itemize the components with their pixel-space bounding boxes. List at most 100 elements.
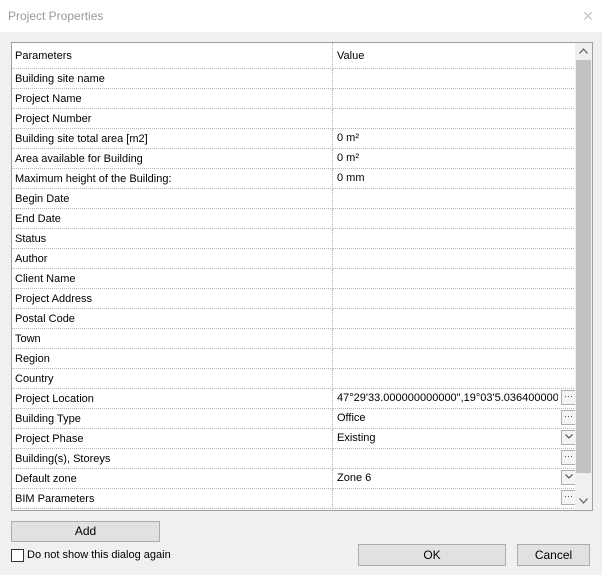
vertical-scrollbar[interactable]	[575, 43, 592, 510]
value-cell-content[interactable]: Zone 6	[337, 469, 580, 488]
parameter-value-cell[interactable]: Existing	[332, 428, 580, 449]
parameter-name-cell: Default zone	[12, 468, 333, 489]
table-row[interactable]: Region	[12, 348, 580, 369]
value-cell-content[interactable]: 0 m²	[337, 149, 580, 168]
parameter-name-cell: Project Number	[12, 108, 333, 129]
table-row[interactable]: Project Address	[12, 288, 580, 309]
column-header-value: Value	[332, 43, 580, 69]
value-cell-content[interactable]	[337, 329, 580, 348]
parameter-value-cell[interactable]	[332, 328, 580, 349]
value-cell-content[interactable]: 0 m²	[337, 129, 580, 148]
scrollbar-thumb[interactable]	[576, 60, 591, 473]
value-cell-content[interactable]	[337, 89, 580, 108]
parameter-value-cell[interactable]	[332, 228, 580, 249]
value-text[interactable]: Office	[337, 409, 558, 428]
parameter-value-cell[interactable]	[332, 248, 580, 269]
properties-table: Parameters Value Building site name Proje…	[12, 43, 580, 509]
parameter-name-cell: Project Name	[12, 88, 333, 109]
value-cell-content[interactable]: 0 mm	[337, 169, 580, 188]
table-row[interactable]: Town	[12, 328, 580, 349]
table-row[interactable]: Project Number	[12, 108, 580, 129]
parameter-value-cell[interactable]: Zone 6	[332, 468, 580, 489]
value-cell-content[interactable]	[337, 309, 580, 328]
chevron-down-icon[interactable]	[561, 430, 576, 445]
table-row[interactable]: Building site total area [m2] 0 m²	[12, 128, 580, 149]
ellipsis-icon[interactable]: ···	[561, 490, 576, 505]
table-row[interactable]: Maximum height of the Building: 0 mm	[12, 168, 580, 189]
ellipsis-icon[interactable]: ···	[561, 390, 576, 405]
parameter-value-cell[interactable]: 47°29'33.000000000000",19°03'5.036400000…	[332, 388, 580, 409]
do-not-show-checkbox[interactable]	[11, 549, 24, 562]
parameter-value-cell[interactable]	[332, 308, 580, 329]
ellipsis-icon[interactable]: ···	[561, 410, 576, 425]
parameter-name-cell: End Date	[12, 208, 333, 229]
value-cell-content[interactable]	[337, 349, 580, 368]
table-row[interactable]: Status	[12, 228, 580, 249]
value-cell-content[interactable]: Existing	[337, 429, 580, 448]
scroll-down-icon[interactable]	[575, 493, 592, 510]
value-cell-content[interactable]: ···	[337, 489, 580, 508]
table-row[interactable]: Client Name	[12, 268, 580, 289]
parameter-value-cell[interactable]: ···	[332, 488, 580, 509]
table-row[interactable]: Author	[12, 248, 580, 269]
value-cell-content[interactable]	[337, 289, 580, 308]
value-cell-content[interactable]	[337, 69, 580, 88]
close-icon[interactable]: ✕	[580, 8, 596, 24]
table-row[interactable]: Project Phase Existing	[12, 428, 580, 449]
ellipsis-icon[interactable]: ···	[561, 450, 576, 465]
scroll-up-icon[interactable]	[575, 43, 592, 60]
table-row[interactable]: BIM Parameters ···	[12, 488, 580, 509]
cancel-button[interactable]: Cancel	[517, 544, 590, 566]
table-row[interactable]: Country	[12, 368, 580, 389]
parameter-name-cell: Region	[12, 348, 333, 369]
parameter-value-cell[interactable]	[332, 368, 580, 389]
value-cell-content[interactable]: ···	[337, 449, 580, 468]
value-text[interactable]: 0 m²	[337, 129, 558, 148]
parameter-value-cell[interactable]: 0 m²	[332, 128, 580, 149]
parameter-value-cell[interactable]	[332, 188, 580, 209]
table-row[interactable]: Building site name	[12, 68, 580, 89]
chevron-down-icon[interactable]	[561, 470, 576, 485]
parameter-value-cell[interactable]	[332, 268, 580, 289]
parameter-value-cell[interactable]: ···	[332, 448, 580, 469]
table-row[interactable]: Project Location 47°29'33.000000000000",1…	[12, 388, 580, 409]
table-row[interactable]: Building Type Office ···	[12, 408, 580, 429]
value-cell-content[interactable]	[337, 249, 580, 268]
table-row[interactable]: Begin Date	[12, 188, 580, 209]
parameter-value-cell[interactable]	[332, 68, 580, 89]
parameter-value-cell[interactable]: Office ···	[332, 408, 580, 429]
parameter-value-cell[interactable]: 0 mm	[332, 168, 580, 189]
value-cell-content[interactable]: 47°29'33.000000000000",19°03'5.036400000…	[337, 389, 580, 408]
parameter-value-cell[interactable]	[332, 348, 580, 369]
table-row[interactable]: Postal Code	[12, 308, 580, 329]
parameter-value-cell[interactable]	[332, 108, 580, 129]
parameter-name-cell: Status	[12, 228, 333, 249]
parameter-value-cell[interactable]: 0 m²	[332, 148, 580, 169]
parameter-name-cell: Building site total area [m2]	[12, 128, 333, 149]
properties-grid: Parameters Value Building site name Proje…	[11, 42, 593, 511]
value-cell-content[interactable]	[337, 269, 580, 288]
value-text[interactable]: Existing	[337, 429, 558, 448]
value-cell-content[interactable]	[337, 109, 580, 128]
value-text[interactable]: Zone 6	[337, 469, 558, 488]
parameter-value-cell[interactable]	[332, 88, 580, 109]
parameter-value-cell[interactable]	[332, 208, 580, 229]
table-row[interactable]: Building(s), Storeys ···	[12, 448, 580, 469]
do-not-show-label[interactable]: Do not show this dialog again	[27, 549, 171, 562]
value-cell-content[interactable]	[337, 369, 580, 388]
ok-button[interactable]: OK	[358, 544, 506, 566]
table-row[interactable]: Area available for Building 0 m²	[12, 148, 580, 169]
table-row[interactable]: Project Name	[12, 88, 580, 109]
table-row[interactable]: End Date	[12, 208, 580, 229]
value-text[interactable]: 47°29'33.000000000000",19°03'5.036400000	[337, 389, 558, 408]
value-cell-content[interactable]: Office ···	[337, 409, 580, 428]
add-button[interactable]: Add	[11, 521, 160, 542]
table-row[interactable]: Default zone Zone 6	[12, 468, 580, 489]
value-text[interactable]: 0 mm	[337, 169, 558, 188]
value-cell-content[interactable]	[337, 209, 580, 228]
parameter-value-cell[interactable]	[332, 288, 580, 309]
value-text[interactable]: 0 m²	[337, 149, 558, 168]
value-cell-content[interactable]	[337, 189, 580, 208]
parameter-name-cell: Country	[12, 368, 333, 389]
value-cell-content[interactable]	[337, 229, 580, 248]
